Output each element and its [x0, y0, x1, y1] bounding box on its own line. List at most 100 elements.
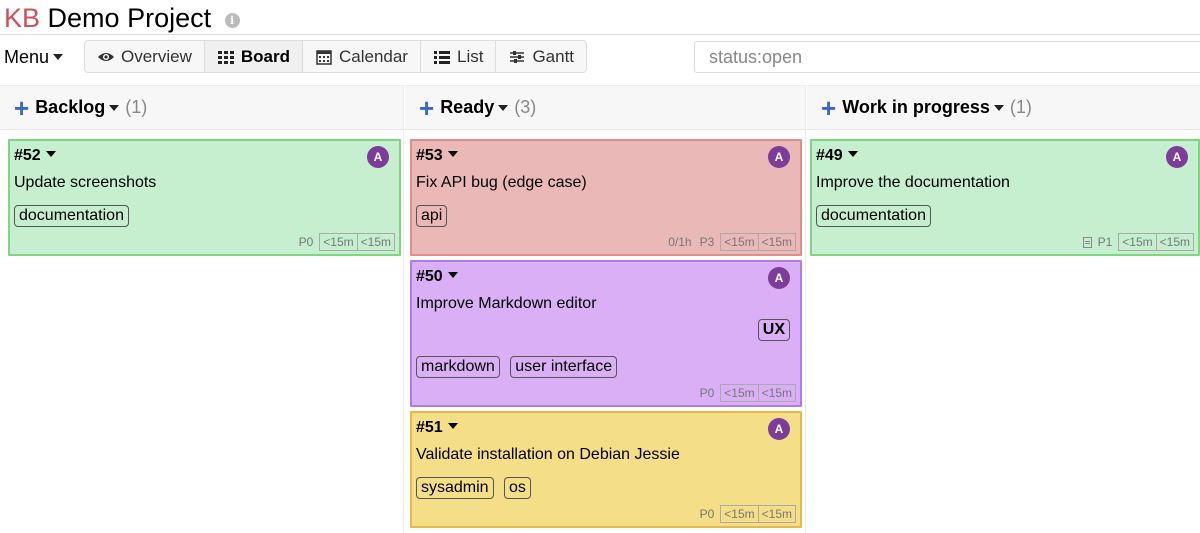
- tag: user interface: [510, 356, 618, 378]
- task-id: #51: [416, 419, 443, 436]
- tag: documentation: [14, 205, 129, 227]
- search-input[interactable]: [694, 41, 1200, 73]
- tag: markdown: [416, 356, 500, 378]
- time-spent: <15m: [323, 235, 354, 249]
- column-header: + Work in progress (1): [807, 85, 1200, 130]
- time-estimated: <15m: [757, 506, 795, 522]
- column-title[interactable]: Work in progress: [842, 97, 990, 118]
- task-title[interactable]: Validate installation on Debian Jessie: [416, 446, 680, 464]
- priority: P0: [298, 235, 314, 249]
- caret-down-icon[interactable]: [109, 104, 120, 111]
- time-tracking: <15m <15m: [720, 505, 796, 523]
- task-id: #50: [416, 268, 443, 285]
- grid-icon: [217, 49, 235, 65]
- caret-down-icon: [847, 151, 858, 157]
- task-id-dropdown[interactable]: #51: [416, 419, 458, 437]
- view-board-button[interactable]: Board: [204, 41, 303, 72]
- add-task-icon[interactable]: +: [419, 95, 434, 121]
- column-backlog: + Backlog (1) #52 A Update screenshots d…: [0, 85, 404, 533]
- task-title[interactable]: Fix API bug (edge case): [416, 174, 587, 192]
- priority: P0: [699, 507, 715, 521]
- task-card-51[interactable]: #51 A Validate installation on Debian Je…: [410, 411, 802, 528]
- time-tracking: <15m <15m: [1118, 233, 1194, 251]
- task-id-dropdown[interactable]: #49: [816, 147, 858, 165]
- tag-ux: UX: [757, 319, 790, 341]
- caret-down-icon: [45, 151, 56, 157]
- header-divider: [0, 34, 1200, 35]
- time-estimated: <15m: [1155, 234, 1193, 250]
- task-card-50[interactable]: #50 A Improve Markdown editor UX markdow…: [410, 260, 802, 407]
- caret-down-icon: [447, 151, 458, 157]
- column-title[interactable]: Ready: [440, 97, 494, 118]
- caret-down-icon: [447, 272, 458, 278]
- info-icon[interactable]: i: [224, 13, 240, 28]
- task-title[interactable]: Improve Markdown editor: [416, 295, 597, 313]
- view-overview-button[interactable]: Overview: [85, 41, 205, 72]
- view-gantt-button[interactable]: Gantt: [496, 41, 586, 72]
- time-estimated: <15m: [356, 234, 394, 250]
- avatar: A: [768, 418, 790, 440]
- avatar: A: [1166, 146, 1188, 168]
- task-title[interactable]: Update screenshots: [14, 174, 156, 192]
- project-name: Demo Project: [47, 3, 212, 33]
- task-id-dropdown[interactable]: #50: [416, 268, 458, 286]
- column-header: + Ready (3): [405, 85, 805, 130]
- add-task-icon[interactable]: +: [14, 95, 29, 121]
- task-id-dropdown[interactable]: #52: [14, 147, 56, 165]
- list-icon: [433, 49, 451, 65]
- column-header: + Backlog (1): [0, 85, 403, 130]
- time-spent: <15m: [724, 507, 755, 521]
- tag: api: [416, 205, 448, 227]
- task-footer: P0 <15m <15m: [700, 505, 796, 523]
- task-card-53[interactable]: #53 A Fix API bug (edge case) api 0/1h P…: [410, 139, 802, 256]
- time-tracking: <15m <15m: [319, 233, 395, 251]
- view-calendar-button[interactable]: Calendar: [303, 41, 421, 72]
- task-id: #52: [14, 147, 41, 164]
- priority: P0: [699, 386, 715, 400]
- time-tracking: <15m <15m: [720, 384, 796, 402]
- add-task-icon[interactable]: +: [821, 95, 836, 121]
- view-calendar-label: Calendar: [338, 46, 408, 66]
- task-tags: api: [416, 205, 453, 227]
- caret-down-icon[interactable]: [993, 104, 1004, 111]
- time-spent: <15m: [724, 386, 755, 400]
- calendar-icon: [315, 49, 333, 65]
- avatar: A: [768, 267, 790, 289]
- task-tags: markdown user interface: [416, 356, 623, 378]
- task-tags: sysadmin os: [416, 477, 537, 499]
- caret-down-icon: [447, 423, 458, 429]
- task-footer: 0/1h P3 <15m <15m: [668, 233, 796, 251]
- description-icon[interactable]: [1082, 236, 1092, 248]
- view-overview-label: Overview: [121, 46, 192, 66]
- column-title[interactable]: Backlog: [35, 97, 105, 118]
- time-estimated: <15m: [757, 385, 795, 401]
- task-id: #49: [816, 147, 843, 164]
- column-work-in-progress: + Work in progress (1) #49 A Improve the…: [807, 85, 1200, 533]
- view-list-button[interactable]: List: [421, 41, 497, 72]
- time-estimated: <15m: [757, 234, 795, 250]
- task-id-dropdown[interactable]: #53: [416, 147, 458, 165]
- task-title[interactable]: Improve the documentation: [816, 174, 1010, 192]
- time-tracking: <15m <15m: [720, 233, 796, 251]
- board: + Backlog (1) #52 A Update screenshots d…: [0, 85, 1200, 533]
- column-count: (1): [1009, 97, 1032, 117]
- task-card-52[interactable]: #52 A Update screenshots documentation P…: [8, 139, 401, 256]
- time-spent: <15m: [724, 235, 755, 249]
- time-estimate: 0/1h: [668, 235, 692, 249]
- view-switcher: Overview Board Calendar List Gantt: [84, 40, 588, 73]
- avatar: A: [367, 146, 389, 168]
- eye-icon: [97, 49, 115, 65]
- sliders-icon: [508, 49, 526, 65]
- menu-dropdown[interactable]: Menu: [4, 45, 64, 69]
- task-tags: documentation: [14, 205, 135, 227]
- task-card-49[interactable]: #49 A Improve the documentation document…: [810, 139, 1200, 256]
- column-ready: + Ready (3) #53 A Fix API bug (edge case…: [405, 85, 806, 533]
- kb-logo: KB: [4, 3, 41, 33]
- caret-down-icon[interactable]: [498, 104, 509, 111]
- caret-down-icon: [53, 54, 64, 60]
- menu-label: Menu: [4, 47, 50, 67]
- task-footer: P0 <15m <15m: [700, 384, 796, 402]
- page-title: KB Demo Project i: [4, 2, 240, 34]
- task-footer: P0 <15m <15m: [299, 233, 395, 251]
- time-spent: <15m: [1122, 235, 1153, 249]
